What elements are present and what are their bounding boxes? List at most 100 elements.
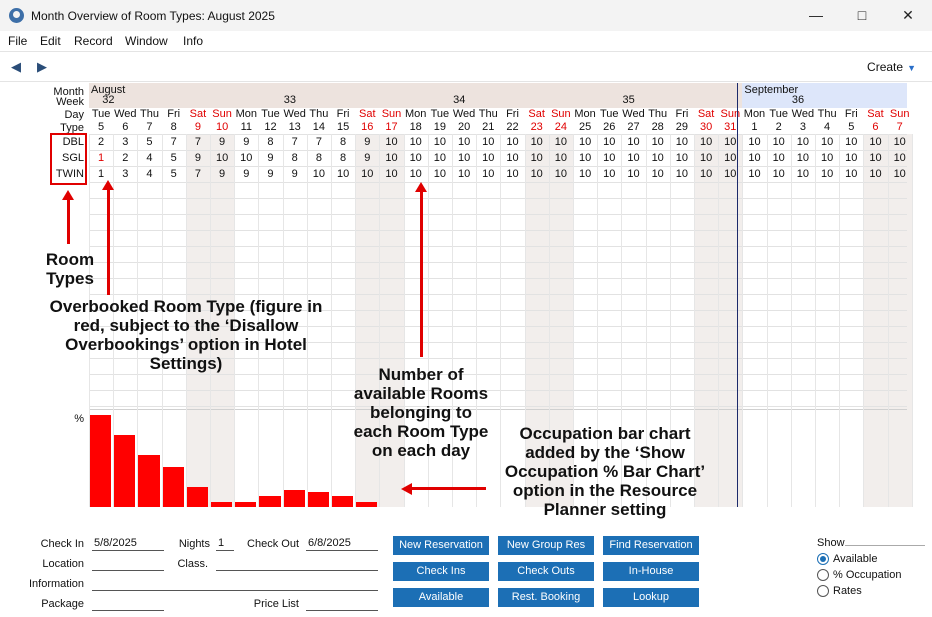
show-label: Show [817, 537, 845, 549]
availability-cell: 10 [699, 136, 713, 148]
create-button[interactable]: Create ▼ [867, 60, 916, 74]
menu-file[interactable]: File [8, 34, 27, 48]
day-date: 1 [751, 121, 758, 133]
day-name: Wed [622, 108, 645, 120]
availability-cell: 10 [893, 152, 906, 164]
day-date: 26 [603, 121, 616, 133]
day-name: Sat [697, 108, 715, 120]
availability-cell: 9 [364, 152, 371, 164]
availability-cell: 10 [530, 168, 543, 180]
day-date: 28 [651, 121, 664, 133]
day-date: 24 [554, 121, 568, 133]
price-list-field[interactable] [306, 597, 378, 611]
availability-cell: 7 [170, 136, 177, 148]
information-label: Information [28, 578, 84, 590]
menu-edit[interactable]: Edit [40, 34, 61, 48]
available-button[interactable]: Available [393, 588, 489, 607]
availability-cell: 10 [651, 152, 664, 164]
availability-cell: 10 [433, 152, 447, 164]
occupation-bar [90, 415, 112, 507]
day-name: Tue [261, 108, 280, 120]
availability-cell: 10 [724, 152, 737, 164]
availability-cell: 10 [554, 152, 568, 164]
day-name: Mon [404, 108, 427, 120]
availability-cell: 5 [170, 152, 177, 164]
grid-row-line [89, 294, 907, 295]
availability-cell: 1 [98, 168, 105, 180]
arrowhead-occupation [401, 483, 412, 495]
day-date: 18 [409, 121, 422, 133]
day-name: Thu [817, 108, 837, 120]
occupation-bar [259, 495, 281, 507]
class-label: Class. [177, 558, 208, 570]
package-field[interactable] [92, 597, 164, 611]
arrowhead-overbooked [102, 180, 114, 190]
day-name: Mon [574, 108, 596, 120]
day-name: Mon [235, 108, 257, 120]
day-name: Sun [381, 108, 402, 120]
maximize-icon[interactable]: □ [839, 0, 885, 31]
show-rates-radio[interactable] [817, 585, 829, 597]
check-in-field[interactable]: 5/8/2025 [92, 537, 164, 551]
grid-row-line [89, 262, 907, 263]
room-types-annotation: Room Types [45, 250, 95, 288]
availability-cell: 9 [243, 168, 250, 180]
week-number: 35 [622, 94, 635, 106]
next-arrow-icon[interactable]: ▶ [37, 59, 47, 75]
check-ins-button[interactable]: Check Ins [393, 562, 489, 581]
day-name: Wed [452, 108, 476, 120]
information-field[interactable] [92, 577, 378, 591]
availability-cell: 9 [291, 168, 298, 180]
availability-cell: 10 [893, 168, 906, 180]
availability-cell: 10 [603, 136, 616, 148]
day-date: 30 [699, 121, 713, 133]
day-date: 5 [98, 121, 105, 133]
in-house-button[interactable]: In-House [603, 562, 699, 581]
day-row-label: Day [64, 109, 84, 121]
grid-row-line [89, 134, 907, 135]
day-name: Wed [283, 108, 306, 120]
week-number: 32 [102, 94, 115, 106]
close-icon[interactable]: ✕ [885, 0, 931, 31]
availability-cell: 10 [845, 136, 858, 148]
create-label: Create [867, 60, 904, 74]
availability-cell: 10 [506, 168, 519, 180]
class-field[interactable] [216, 557, 378, 571]
day-name: Thu [648, 108, 668, 120]
previous-arrow-icon[interactable]: ◀ [11, 59, 21, 75]
day-date: 10 [215, 121, 229, 133]
rest-booking-button[interactable]: Rest. Booking [498, 588, 594, 607]
show-available-radio[interactable] [817, 553, 829, 565]
day-name: Sun [551, 108, 571, 120]
day-name: Thu [309, 108, 329, 120]
show-occupation-radio[interactable] [817, 569, 829, 581]
grid-row-line [89, 230, 907, 231]
find-reservation-button[interactable]: Find Reservation [603, 536, 699, 555]
availability-cell: 10 [554, 168, 568, 180]
minimize-icon[interactable]: — [793, 0, 839, 31]
week-number: 36 [791, 94, 805, 106]
availability-cell: 10 [603, 168, 616, 180]
day-name: Tue [769, 108, 788, 120]
check-outs-button[interactable]: Check Outs [498, 562, 594, 581]
nights-field[interactable]: 1 [216, 537, 234, 551]
day-name: Sun [889, 108, 910, 120]
menu-window[interactable]: Window [125, 34, 168, 48]
show-divider [845, 545, 925, 546]
menu-record[interactable]: Record [74, 34, 113, 48]
location-field[interactable] [92, 557, 164, 571]
check-out-field[interactable]: 6/8/2025 [306, 537, 378, 551]
menu-info[interactable]: Info [183, 34, 203, 48]
grid-row-line [89, 150, 907, 151]
day-date: 20 [457, 121, 471, 133]
new-group-res-button[interactable]: New Group Res [498, 536, 594, 555]
day-date: 2 [775, 121, 782, 133]
occupation-bar [211, 502, 233, 507]
availability-cell: 10 [627, 168, 640, 180]
day-name: Tue [430, 108, 450, 120]
availability-cell: 10 [385, 168, 398, 180]
new-reservation-button[interactable]: New Reservation [393, 536, 489, 555]
availability-cell: 10 [457, 136, 471, 148]
availability-cell: 10 [506, 136, 519, 148]
lookup-button[interactable]: Lookup [603, 588, 699, 607]
